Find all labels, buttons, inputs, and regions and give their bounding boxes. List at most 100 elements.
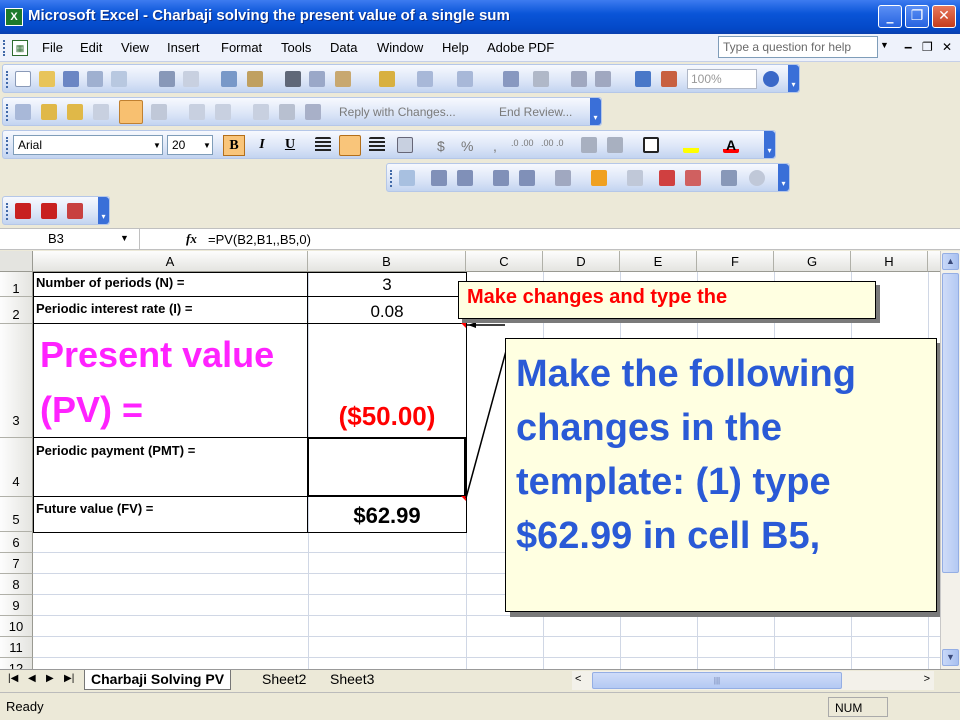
row-header-5[interactable]: 5	[0, 497, 33, 532]
italic-button[interactable]: I	[251, 135, 273, 156]
column-header-g[interactable]: G	[774, 251, 851, 272]
workbook-icon[interactable]: ▦	[12, 40, 28, 56]
next-sheet-icon[interactable]: ▶	[46, 673, 54, 684]
comment-indicator[interactable]	[461, 323, 466, 328]
comment-callout-b5[interactable]: Make the following changes in the templa…	[505, 338, 937, 612]
currency-button[interactable]: $	[437, 138, 445, 154]
row-header-1[interactable]: 1	[0, 272, 33, 297]
zoom-select[interactable]: 100%	[687, 69, 757, 89]
help-dropdown-icon[interactable]: ▼	[880, 40, 889, 50]
spelling-icon[interactable]	[221, 71, 237, 87]
toolbar-grip[interactable]	[6, 104, 9, 121]
menu-help[interactable]: Help	[442, 40, 469, 55]
increase-decimal-button[interactable]: .0 .00	[511, 138, 534, 148]
row-header-11[interactable]: 11	[0, 637, 33, 658]
underline-button[interactable]: U	[279, 135, 301, 156]
borders-icon[interactable]	[643, 137, 659, 153]
sort-ascending-icon[interactable]	[571, 71, 587, 87]
scroll-up-icon[interactable]: ▲	[942, 253, 959, 270]
column-header-c[interactable]: C	[466, 251, 543, 272]
chart-wizard-icon[interactable]	[635, 71, 651, 87]
row-header-3[interactable]: 3	[0, 324, 33, 438]
fill-color-icon[interactable]	[683, 137, 699, 153]
cell-a5[interactable]: Future value (FV) =	[36, 501, 306, 516]
last-sheet-icon[interactable]: ▶|	[64, 673, 74, 684]
column-header-d[interactable]: D	[543, 251, 620, 272]
comma-button[interactable]: ,	[493, 138, 497, 154]
mdi-minimize-button[interactable]: ‒	[904, 40, 912, 54]
column-header-h[interactable]: H	[851, 251, 928, 272]
clear-validation-circles-icon[interactable]	[685, 170, 701, 186]
bold-button[interactable]: B	[223, 135, 245, 156]
font-size-dropdown-icon[interactable]: ▼	[203, 141, 211, 150]
menu-grip[interactable]	[3, 40, 6, 56]
toolbar-grip[interactable]	[6, 137, 9, 154]
row-header-12[interactable]: 12	[0, 658, 33, 669]
error-checking-icon[interactable]	[399, 170, 415, 186]
trace-error-icon[interactable]	[591, 170, 607, 186]
column-header-e[interactable]: E	[620, 251, 697, 272]
comment-indicator[interactable]	[461, 496, 466, 501]
menu-file[interactable]: File	[42, 40, 63, 55]
scroll-down-icon[interactable]: ▼	[942, 649, 959, 666]
redo-icon[interactable]	[457, 71, 473, 87]
sheet-tab-sheet2[interactable]: Sheet2	[256, 670, 312, 690]
next-comment-icon[interactable]	[67, 104, 83, 120]
format-painter-icon[interactable]	[379, 71, 395, 87]
menu-format[interactable]: Format	[221, 40, 262, 55]
show-all-comments-icon[interactable]	[119, 100, 143, 124]
print-icon[interactable]	[159, 71, 175, 87]
toolbar-options-icon[interactable]: ▾	[764, 131, 775, 158]
toolbar-options-icon[interactable]: ▾	[778, 164, 789, 191]
previous-comment-icon[interactable]	[41, 104, 57, 120]
show-comment-icon[interactable]	[93, 104, 109, 120]
scroll-left-icon[interactable]: <	[575, 673, 581, 685]
horizontal-scrollbar[interactable]: < ||| >	[572, 671, 934, 690]
row-header-6[interactable]: 6	[0, 532, 33, 553]
merge-center-icon[interactable]	[397, 137, 413, 153]
new-icon[interactable]	[15, 71, 31, 87]
name-box-dropdown-icon[interactable]: ▼	[120, 233, 129, 243]
toolbar-grip[interactable]	[390, 170, 393, 187]
menu-insert[interactable]: Insert	[167, 40, 200, 55]
increase-indent-icon[interactable]	[607, 137, 623, 153]
mdi-close-button[interactable]: ✕	[942, 40, 952, 54]
toolbar-options-icon[interactable]: ▾	[590, 98, 601, 125]
reply-with-changes-button[interactable]: Reply with Changes...	[339, 105, 456, 119]
toolbar-grip[interactable]	[6, 203, 9, 220]
row-header-4[interactable]: 4	[0, 438, 33, 497]
menu-adobe-pdf[interactable]: Adobe PDF	[487, 40, 554, 55]
cell-b2[interactable]: 0.08	[308, 302, 466, 322]
row-header-7[interactable]: 7	[0, 553, 33, 574]
circle-invalid-data-icon[interactable]	[659, 170, 675, 186]
copy-icon[interactable]	[309, 71, 325, 87]
menu-window[interactable]: Window	[377, 40, 423, 55]
minimize-button[interactable]: _	[878, 5, 902, 28]
previous-sheet-icon[interactable]: ◀	[28, 673, 36, 684]
row-header-8[interactable]: 8	[0, 574, 33, 595]
excel-icon[interactable]: X	[5, 8, 23, 26]
edit-comment-icon[interactable]	[15, 104, 31, 120]
paste-icon[interactable]	[335, 71, 351, 87]
remove-all-arrows-icon[interactable]	[555, 170, 571, 186]
end-review-button[interactable]: End Review...	[499, 105, 572, 119]
update-file-icon[interactable]	[279, 104, 295, 120]
horizontal-scroll-thumb[interactable]: |||	[592, 672, 842, 689]
percent-button[interactable]: %	[461, 138, 473, 154]
name-box[interactable]: B3	[0, 229, 140, 249]
drawing-icon[interactable]	[661, 71, 677, 87]
evaluate-formula-icon[interactable]	[749, 170, 765, 186]
align-right-icon[interactable]	[369, 137, 385, 153]
row-header-10[interactable]: 10	[0, 616, 33, 637]
save-icon[interactable]	[63, 71, 79, 87]
delete-comment-icon[interactable]	[151, 104, 167, 120]
open-icon[interactable]	[39, 71, 55, 87]
decrease-indent-icon[interactable]	[581, 137, 597, 153]
menu-edit[interactable]: Edit	[80, 40, 102, 55]
delete-ink-icon[interactable]	[215, 104, 231, 120]
cell-a4[interactable]: Periodic payment (PMT) =	[36, 443, 306, 458]
menu-data[interactable]: Data	[330, 40, 357, 55]
convert-and-email-icon[interactable]	[41, 203, 57, 219]
close-button[interactable]: ✕	[932, 5, 956, 28]
first-sheet-icon[interactable]: |◀	[8, 673, 18, 684]
